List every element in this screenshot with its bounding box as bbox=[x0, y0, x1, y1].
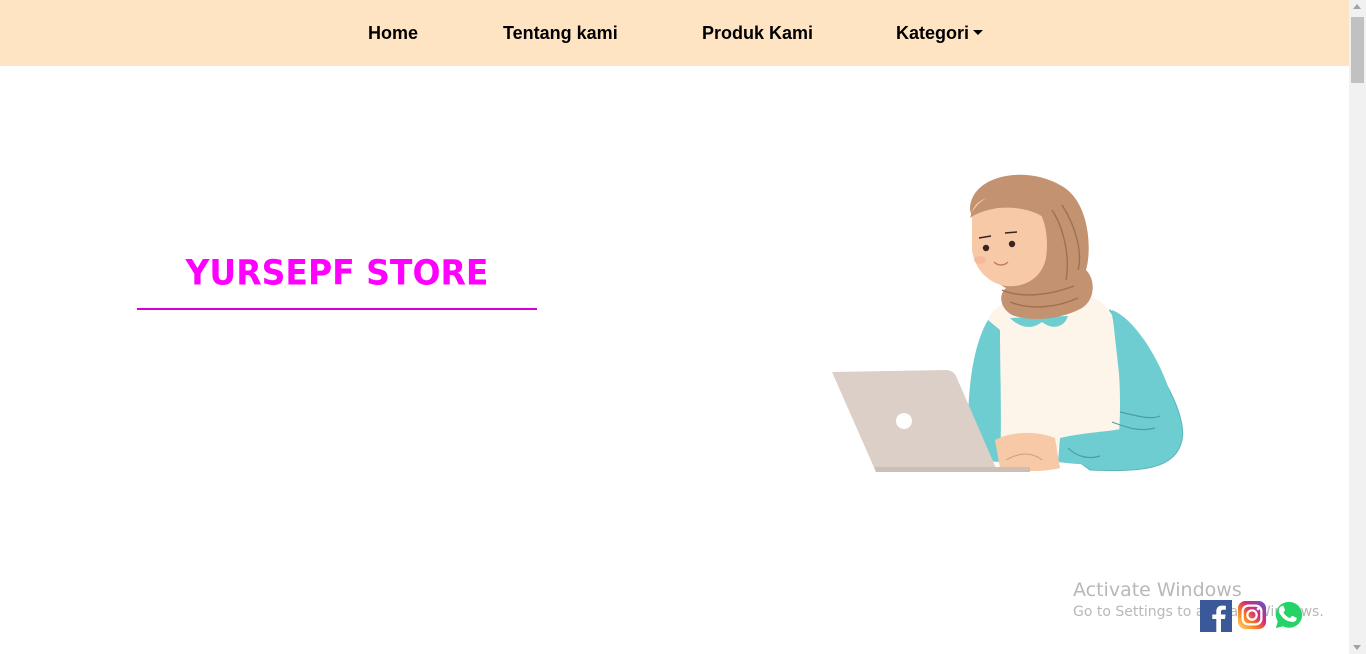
activate-windows-title: Activate Windows bbox=[1073, 579, 1242, 601]
nav-about-link[interactable]: Tentang kami bbox=[503, 22, 618, 44]
nav-products-link[interactable]: Produk Kami bbox=[702, 22, 813, 44]
scroll-down-icon[interactable] bbox=[1353, 645, 1361, 650]
scrollbar-thumb[interactable] bbox=[1351, 17, 1364, 83]
nav-category-label: Kategori bbox=[896, 23, 970, 43]
nav-home-link[interactable]: Home bbox=[368, 22, 418, 44]
vertical-scrollbar[interactable] bbox=[1349, 0, 1366, 654]
hero-illustration bbox=[832, 174, 1184, 472]
instagram-icon[interactable] bbox=[1237, 600, 1269, 632]
store-title: YURSEPF STORE bbox=[185, 252, 489, 293]
navbar: Home Tentang kami Produk Kami Kategori bbox=[0, 0, 1349, 66]
title-underline bbox=[137, 308, 537, 310]
caret-down-icon bbox=[973, 30, 984, 35]
facebook-icon[interactable] bbox=[1200, 600, 1232, 632]
scroll-up-icon[interactable] bbox=[1353, 4, 1361, 9]
whatsapp-icon[interactable] bbox=[1274, 600, 1306, 632]
nav-category-dropdown[interactable]: Kategori bbox=[896, 22, 984, 44]
